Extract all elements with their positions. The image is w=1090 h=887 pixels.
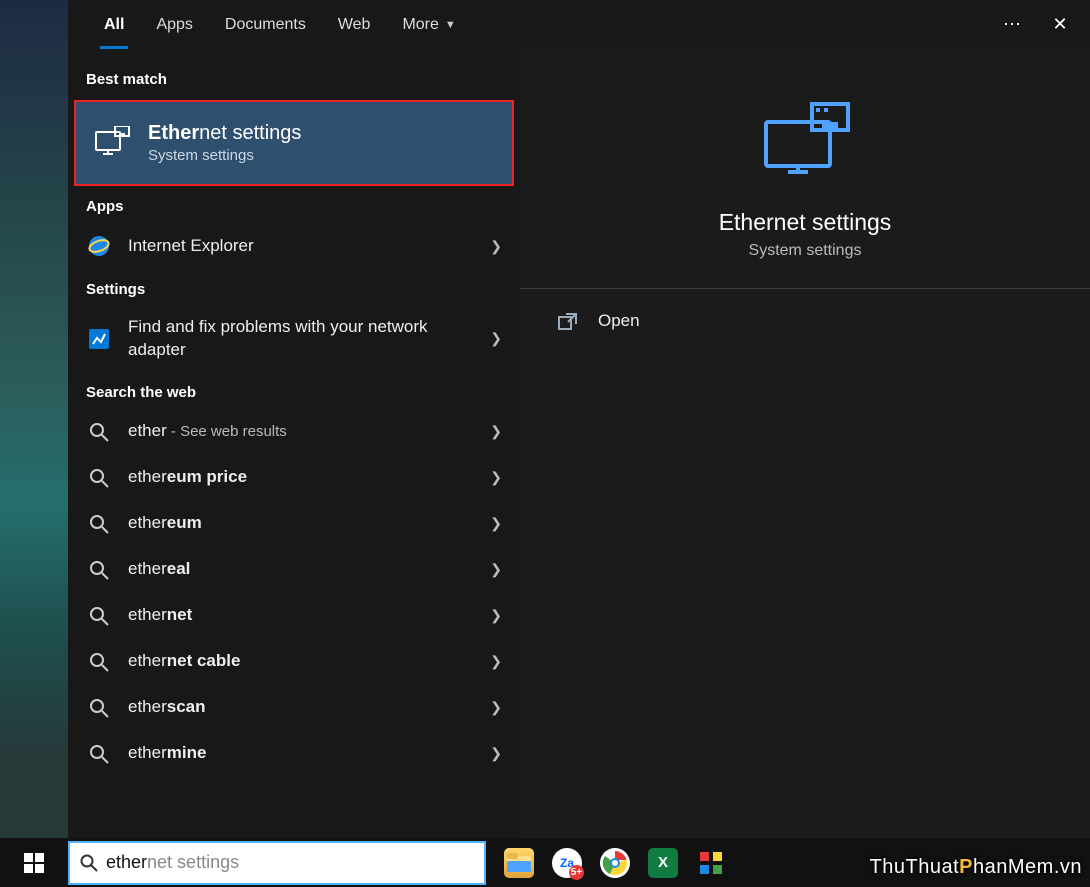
chevron-right-icon: ❯ — [490, 515, 502, 532]
best-match-title-bold: Ether — [148, 122, 199, 144]
web-result-label: ethernet cable — [128, 650, 490, 673]
tab-apps-label: Apps — [156, 16, 192, 34]
close-button[interactable]: ✕ — [1038, 3, 1082, 47]
preview-header: Ethernet settings System settings — [520, 49, 1090, 289]
troubleshoot-icon — [86, 326, 112, 352]
chevron-right-icon: ❯ — [490, 423, 502, 440]
tab-documents-label: Documents — [225, 16, 306, 34]
start-button[interactable] — [0, 838, 68, 887]
preview-action-open[interactable]: Open — [520, 289, 1090, 353]
result-internet-explorer[interactable]: Internet Explorer ❯ — [68, 223, 520, 269]
internet-explorer-icon — [86, 233, 112, 259]
chevron-right-icon: ❯ — [490, 469, 502, 486]
web-result-label: ethermine — [128, 742, 490, 765]
taskbar-search-input[interactable]: ethernet settings — [68, 841, 486, 885]
tab-documents[interactable]: Documents — [209, 0, 322, 49]
web-result-4[interactable]: ethernet❯ — [68, 593, 520, 639]
preview-open-label: Open — [598, 311, 640, 331]
section-best-match: Best match — [68, 71, 520, 96]
chevron-right-icon: ❯ — [490, 330, 502, 347]
search-content: Best match Ethernet settings System sett… — [68, 49, 1090, 838]
web-results-list: ether - See web results❯ethereum price❯e… — [68, 409, 520, 777]
search-typed: ether — [106, 852, 147, 872]
chevron-right-icon: ❯ — [490, 699, 502, 716]
taskbar: ethernet settings Za 5+ X — [0, 838, 1090, 887]
taskbar-pinned-apps: Za 5+ X — [504, 848, 726, 878]
web-result-1[interactable]: ethereum price❯ — [68, 455, 520, 501]
section-search-web: Search the web — [68, 384, 520, 409]
web-result-label: etherscan — [128, 696, 490, 719]
best-match-subtitle: System settings — [148, 147, 301, 164]
web-result-label: ethereum price — [128, 466, 490, 489]
file-explorer-icon[interactable] — [504, 848, 534, 878]
chevron-down-icon: ▼ — [445, 19, 456, 31]
more-options-button[interactable]: ⋯ — [990, 3, 1034, 47]
search-icon — [86, 603, 112, 629]
chevron-right-icon: ❯ — [490, 238, 502, 255]
web-result-label: ethereal — [128, 558, 490, 581]
search-icon — [80, 854, 98, 872]
panel-top-right: ⋯ ✕ — [990, 0, 1082, 49]
best-match-title: Ethernet settings — [148, 122, 301, 145]
web-result-5[interactable]: ethernet cable❯ — [68, 639, 520, 685]
best-match-result[interactable]: Ethernet settings System settings — [74, 100, 514, 186]
search-icon — [86, 695, 112, 721]
web-result-7[interactable]: ethermine❯ — [68, 731, 520, 777]
start-search-panel: All Apps Documents Web More ▼ ⋯ ✕ Best ma… — [68, 0, 1090, 838]
tab-all[interactable]: All — [88, 0, 140, 49]
result-fix-network-label: Find and fix problems with your network … — [128, 316, 490, 362]
notification-badge: 5+ — [569, 865, 584, 880]
chevron-right-icon: ❯ — [490, 607, 502, 624]
ethernet-settings-icon — [94, 124, 132, 162]
tab-web[interactable]: Web — [322, 0, 387, 49]
search-icon — [86, 741, 112, 767]
tab-apps[interactable]: Apps — [140, 0, 208, 49]
web-result-label: ethernet — [128, 604, 490, 627]
tab-more[interactable]: More ▼ — [386, 0, 471, 49]
search-ghost: net settings — [147, 852, 239, 872]
open-icon — [558, 312, 578, 330]
close-icon: ✕ — [1052, 14, 1067, 35]
zalo-icon[interactable]: Za 5+ — [552, 848, 582, 878]
preview-subtitle: System settings — [520, 242, 1090, 260]
search-typed-text: ethernet settings — [106, 852, 239, 873]
search-icon — [86, 557, 112, 583]
result-ie-label: Internet Explorer — [128, 235, 490, 258]
excel-label: X — [658, 854, 668, 871]
tab-all-label: All — [104, 16, 124, 34]
search-icon — [86, 419, 112, 445]
best-match-title-rest: net settings — [199, 122, 301, 144]
search-icon — [86, 649, 112, 675]
app-grid-icon[interactable] — [696, 848, 726, 878]
ellipsis-icon: ⋯ — [1003, 14, 1021, 35]
best-match-text: Ethernet settings System settings — [148, 122, 301, 164]
section-settings: Settings — [68, 281, 520, 306]
results-column: Best match Ethernet settings System sett… — [68, 49, 520, 838]
desktop-background-strip — [0, 0, 68, 838]
preview-icon — [757, 95, 853, 191]
section-apps: Apps — [68, 198, 520, 223]
web-result-2[interactable]: ethereum❯ — [68, 501, 520, 547]
web-result-label: ethereum — [128, 512, 490, 535]
web-result-0[interactable]: ether - See web results❯ — [68, 409, 520, 455]
search-icon — [86, 465, 112, 491]
excel-icon[interactable]: X — [648, 848, 678, 878]
chevron-right-icon: ❯ — [490, 653, 502, 670]
web-result-6[interactable]: etherscan❯ — [68, 685, 520, 731]
tab-web-label: Web — [338, 16, 371, 34]
windows-logo-icon — [24, 853, 44, 873]
web-result-3[interactable]: ethereal❯ — [68, 547, 520, 593]
web-result-label: ether - See web results — [128, 420, 490, 443]
result-fix-network[interactable]: Find and fix problems with your network … — [68, 306, 520, 372]
search-tabs: All Apps Documents Web More ▼ — [68, 0, 1090, 49]
preview-title: Ethernet settings — [520, 209, 1090, 236]
preview-column: Ethernet settings System settings Open — [520, 49, 1090, 838]
tab-more-label: More — [402, 16, 438, 34]
chevron-right-icon: ❯ — [490, 745, 502, 762]
chevron-right-icon: ❯ — [490, 561, 502, 578]
search-icon — [86, 511, 112, 537]
chrome-icon[interactable] — [600, 848, 630, 878]
